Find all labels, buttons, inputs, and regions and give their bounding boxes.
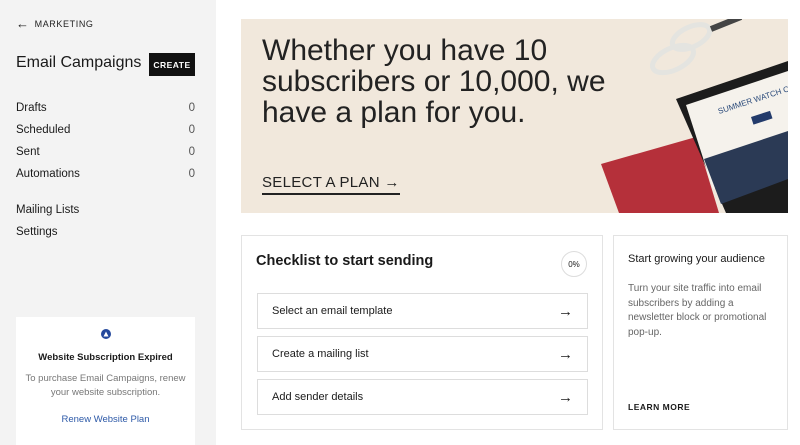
back-label: MARKETING [34, 18, 94, 29]
nav-count: 0 [188, 102, 195, 114]
checklist-panel: Checklist to start sending 0% Select an … [241, 235, 603, 430]
nav-label: Mailing Lists [16, 204, 80, 216]
nav-label: Settings [16, 226, 58, 238]
nav-count: 0 [188, 124, 195, 136]
nav-item-mailing-lists[interactable]: Mailing Lists [16, 204, 195, 216]
checklist-item-create-mailing-list[interactable]: Create a mailing list → [257, 336, 588, 372]
nav-count: 0 [188, 168, 195, 180]
grow-body: Turn your site traffic into email subscr… [628, 283, 767, 338]
arrow-right-icon: → [558, 345, 573, 363]
grow-audience-panel: Start growing your audience Turn your si… [613, 235, 788, 430]
nav-label: Scheduled [16, 124, 71, 136]
checklist-item-select-template[interactable]: Select an email template → [257, 293, 588, 329]
cta-label: SELECT A PLAN [262, 174, 380, 191]
subscription-expired-notice: Website Subscription Expired To purchase… [16, 317, 195, 445]
renew-website-plan-link[interactable]: Renew Website Plan [16, 414, 195, 425]
sidebar: ← MARKETING Email Campaigns CREATE Draft… [0, 0, 216, 445]
arrow-right-icon: → [384, 174, 400, 191]
nav-item-settings[interactable]: Settings [16, 226, 195, 238]
banner-illustration: SUMMER WATCH COLOR SERIES [601, 19, 788, 213]
arrow-right-icon: → [558, 302, 573, 320]
checklist-title: Checklist to start sending [256, 253, 434, 269]
select-a-plan-link[interactable]: SELECT A PLAN → [262, 174, 400, 195]
nav-label: Automations [16, 168, 80, 180]
item-label: Add sender details [272, 391, 364, 403]
progress-indicator: 0% [561, 251, 587, 277]
back-to-marketing-link[interactable]: ← MARKETING [16, 16, 94, 31]
create-button[interactable]: CREATE [149, 53, 195, 76]
learn-more-link[interactable]: LEARN MORE [628, 402, 690, 412]
checklist-item-sender-details[interactable]: Add sender details → [257, 379, 588, 415]
page-title: Email Campaigns [16, 54, 142, 71]
alert-icon [100, 329, 111, 339]
grow-title: Start growing your audience [628, 253, 765, 265]
nav-item-automations[interactable]: Automations 0 [16, 168, 195, 180]
pricing-banner: SUMMER WATCH COLOR SERIES Whether you ha… [241, 19, 788, 213]
notice-title: Website Subscription Expired [38, 352, 173, 363]
nav-item-sent[interactable]: Sent 0 [16, 146, 195, 158]
notice-body: To purchase Email Campaigns, renew your … [25, 373, 186, 398]
arrow-right-icon: → [558, 388, 573, 406]
banner-headline: Whether you have 10 subscribers or 10,00… [262, 34, 606, 129]
nav-item-drafts[interactable]: Drafts 0 [16, 102, 195, 114]
item-label: Select an email template [272, 305, 393, 317]
arrow-left-icon: ← [16, 16, 30, 31]
item-label: Create a mailing list [272, 348, 369, 360]
nav-item-scheduled[interactable]: Scheduled 0 [16, 124, 195, 136]
nav-label: Sent [16, 146, 40, 158]
nav-label: Drafts [16, 102, 47, 114]
nav-count: 0 [188, 146, 195, 158]
